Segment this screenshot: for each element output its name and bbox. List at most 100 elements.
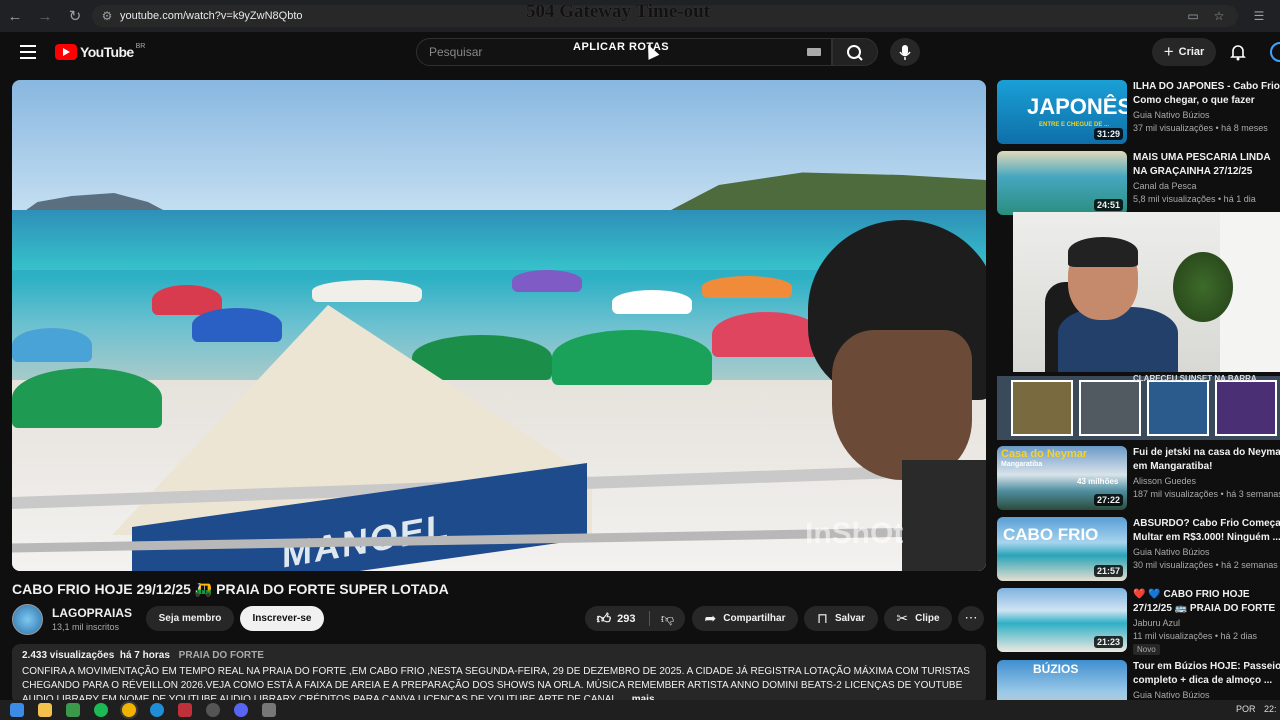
- recommendation-thumbnail[interactable]: 21:23: [997, 588, 1127, 652]
- video-scene-umbrella: [192, 308, 282, 342]
- keyboard-icon[interactable]: [807, 48, 821, 56]
- create-button[interactable]: + Criar: [1152, 38, 1216, 66]
- save-button[interactable]: ⊓ Salvar: [804, 606, 878, 631]
- voice-search-button[interactable]: [890, 38, 920, 66]
- video-scene-umbrella: [12, 328, 92, 362]
- webcam-overlay: [1013, 212, 1280, 372]
- subscribe-button[interactable]: Inscrever-se: [240, 606, 324, 631]
- edge-icon[interactable]: [150, 703, 164, 717]
- recommendation-item[interactable]: Casa do Neymar Mangaratiba 43 milhões 27…: [997, 446, 1280, 512]
- share-label: Compartilhar: [723, 613, 786, 624]
- browser-toolbar: ← → ↻ ⚙ youtube.com/watch?v=k9yZwN8Qbto …: [0, 0, 1280, 32]
- reload-icon[interactable]: ↻: [60, 0, 90, 32]
- account-avatar[interactable]: [1270, 42, 1280, 62]
- search-placeholder: Pesquisar: [429, 45, 483, 59]
- thumbs-down-icon: 👎︎: [660, 610, 675, 626]
- youtube-header: YouTube BR Pesquisar APLICAR ROTAS + Cri…: [0, 32, 1280, 72]
- bookmark-icon: ⊓: [817, 610, 828, 626]
- back-arrow-icon[interactable]: ←: [0, 0, 30, 32]
- clock[interactable]: 22:: [1264, 704, 1277, 714]
- thumbnail-checkmark-tile: [1079, 380, 1141, 436]
- windows-taskbar: POR 22:: [0, 700, 1280, 720]
- recommendation-stats: 30 mil visualizações • há 2 semanas: [1133, 560, 1278, 570]
- recommendation-item[interactable]: CABO FRIO 21:57 ABSURDO? Cabo Frio Começ…: [997, 517, 1280, 583]
- video-scene-umbrella: [612, 290, 692, 314]
- video-title: CABO FRIO HOJE 29/12/25 🛺 PRAIA DO FORTE…: [12, 581, 449, 597]
- thumbnail-text: BÚZIOS: [1033, 662, 1079, 676]
- windows-start-icon[interactable]: [10, 703, 24, 717]
- spotify-icon[interactable]: [94, 703, 108, 717]
- recommendation-thumbnail[interactable]: JAPONÊS ENTRE E CHEGUE DE ... 31:29: [997, 80, 1127, 144]
- recommendation-title: ABSURDO? Cabo Frio Começa a Multar em R$…: [1133, 518, 1280, 543]
- forward-arrow-icon[interactable]: →: [30, 0, 60, 32]
- video-duration: 21:57: [1093, 565, 1123, 577]
- recommendation-item[interactable]: CLARECEU SUNSET NA BARRA: [997, 374, 1280, 442]
- view-count: 2.433 visualizações: [22, 650, 115, 661]
- search-button[interactable]: [832, 38, 878, 66]
- recommendation-title: Fui de jetski na casa do Neymar em Manga…: [1133, 447, 1280, 472]
- thumbnail-checkmark-tile: [1147, 380, 1209, 436]
- recommendation-stats: 11 mil visualizações • há 2 dias: [1133, 631, 1258, 641]
- share-button[interactable]: ➦ Compartilhar: [692, 606, 798, 631]
- like-dislike-group: 👍︎ 293 👎︎: [585, 606, 685, 631]
- site-settings-icon[interactable]: ⚙: [100, 9, 114, 23]
- video-duration: 24:51: [1093, 199, 1123, 211]
- app-icon[interactable]: [262, 703, 276, 717]
- clip-button[interactable]: ✂ Clipe: [884, 606, 952, 631]
- video-scene-umbrella: [412, 335, 552, 380]
- video-scene-umbrella: [702, 276, 792, 298]
- keyboard-language[interactable]: POR: [1236, 704, 1256, 714]
- webcam-plant: [1173, 252, 1233, 322]
- recommendation-channel: Guia Nativo Búzios: [1133, 547, 1210, 557]
- discord-icon[interactable]: [234, 703, 248, 717]
- recommendation-item[interactable]: BÚZIOS Tour em Búzios HOJE: Passeio comp…: [997, 660, 1280, 704]
- description-box[interactable]: 2.433 visualizações há 7 horas PRAIA DO …: [12, 644, 986, 704]
- microphone-icon: [899, 45, 911, 60]
- cast-icon[interactable]: ▭: [1186, 9, 1200, 23]
- thumbnail-checkmark-tile: [1011, 380, 1073, 436]
- thumbnail-text: JAPONÊS: [1027, 94, 1127, 119]
- recommendation-thumbnail[interactable]: CABO FRIO 21:57: [997, 517, 1127, 581]
- menu-icon[interactable]: [20, 45, 36, 59]
- reading-list-icon[interactable]: ☰: [1252, 9, 1266, 23]
- notifications-bell-icon[interactable]: [1228, 42, 1248, 62]
- join-button[interactable]: Seja membro: [146, 606, 234, 631]
- recommendation-item[interactable]: JAPONÊS ENTRE E CHEGUE DE ... 31:29 ILHA…: [997, 80, 1280, 146]
- recommendation-channel: Jaburu Azul: [1133, 618, 1181, 628]
- video-scene-umbrella: [312, 280, 422, 302]
- app-icon[interactable]: [178, 703, 192, 717]
- description-tag[interactable]: PRAIA DO FORTE: [179, 650, 264, 661]
- video-player[interactable]: MANOEL InShOt: [12, 80, 986, 571]
- error-overlay-text: 504 Gateway Time-out: [526, 1, 711, 22]
- recommendation-channel: Alisson Guedes: [1133, 476, 1197, 486]
- description-text: CONFIRA A MOVIMENTAÇÃO EM TEMPO REAL NA …: [22, 665, 977, 704]
- like-button[interactable]: 👍︎ 293: [585, 606, 647, 631]
- bookmark-star-icon[interactable]: ☆: [1212, 9, 1226, 23]
- app-icon[interactable]: [66, 703, 80, 717]
- clip-label: Clipe: [915, 613, 940, 624]
- recommendation-item[interactable]: 24:51 MAIS UMA PESCARIA LINDA NA GRAÇAIN…: [997, 151, 1280, 217]
- file-explorer-icon[interactable]: [38, 703, 52, 717]
- recommendation-item[interactable]: 21:23 ❤️ 💙 CABO FRIO HOJE 27/12/25 🚌 PRA…: [997, 588, 1280, 655]
- create-label: Criar: [1178, 46, 1205, 58]
- recommendation-thumbnail[interactable]: 24:51: [997, 151, 1127, 215]
- share-arrow-icon: ➦: [704, 610, 717, 626]
- video-watermark: InShOt: [805, 517, 904, 550]
- channel-name[interactable]: LAGOPRAIAS: [52, 606, 132, 620]
- recommendation-thumbnail[interactable]: Casa do Neymar Mangaratiba 43 milhões 27…: [997, 446, 1127, 510]
- search-input[interactable]: Pesquisar APLICAR ROTAS: [416, 38, 832, 66]
- youtube-logo[interactable]: YouTube BR: [55, 43, 145, 60]
- recommendation-title: CLARECEU SUNSET NA BARRA: [1133, 374, 1257, 383]
- recommendation-thumbnail[interactable]: BÚZIOS: [997, 660, 1127, 704]
- app-icon[interactable]: [206, 703, 220, 717]
- video-scene-umbrella: [512, 270, 582, 292]
- plus-icon: +: [1163, 42, 1174, 61]
- video-scene-umbrella: [712, 312, 822, 357]
- video-scene-umbrella: [552, 330, 712, 385]
- dislike-button[interactable]: 👎︎: [650, 606, 685, 631]
- chrome-icon[interactable]: [122, 703, 136, 717]
- channel-avatar[interactable]: [12, 604, 43, 635]
- more-actions-icon[interactable]: ⋯: [958, 606, 984, 631]
- description-body: CONFIRA A MOVIMENTAÇÃO EM TEMPO REAL NA …: [22, 666, 970, 704]
- thumbnail-subtext: Mangaratiba: [1001, 461, 1043, 468]
